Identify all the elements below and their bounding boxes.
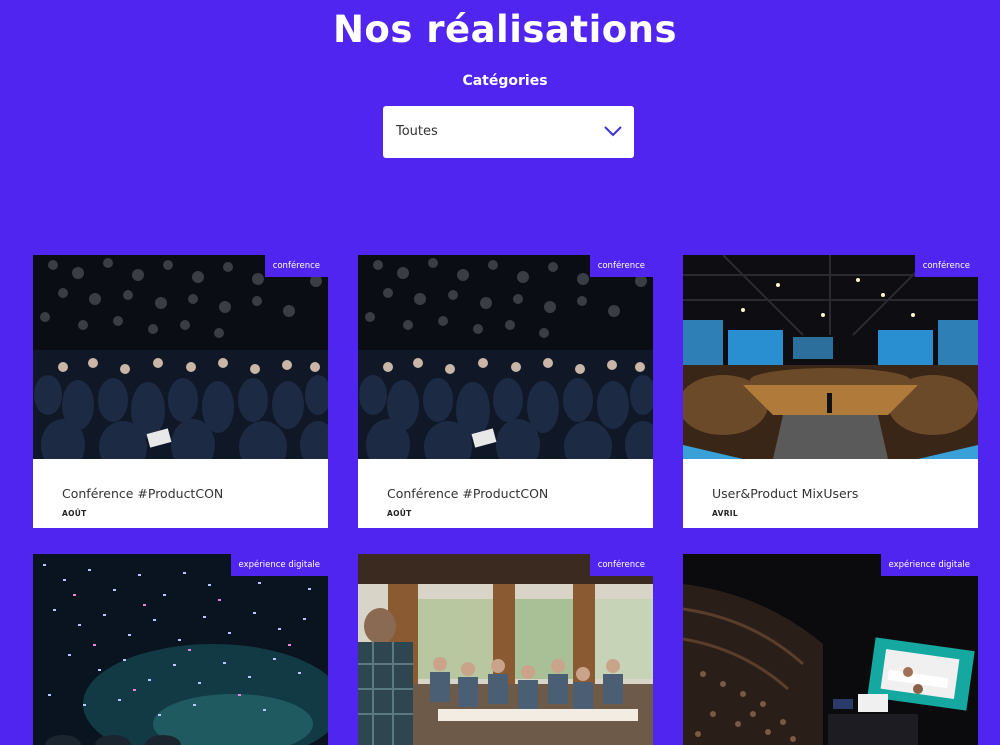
categories-label: Catégories [462,73,548,89]
category-tag: expérience digitale [880,554,978,576]
category-tag: conférence [264,255,328,277]
card-title[interactable]: Conférence #ProductCON [62,486,223,501]
card-date: AOÛT [62,509,87,518]
project-image-confetti [33,554,328,745]
category-tag: conférence [589,255,653,277]
card-date: AVRIL [712,509,738,518]
category-select[interactable]: Toutes [383,106,634,158]
project-image-auditorium [683,255,978,459]
project-card[interactable]: conférence User&Product MixUsers AVRIL [683,255,978,528]
project-image-theatre [683,554,978,745]
card-title[interactable]: User&Product MixUsers [712,486,858,501]
category-tag: conférence [589,554,653,576]
project-card[interactable]: expérience digitale [683,554,978,745]
project-card[interactable]: expérience digitale [33,554,328,745]
page-title: Nos réalisations [332,8,678,51]
project-image-dinner-talk [358,554,653,745]
project-card[interactable]: conférence [358,554,653,745]
category-tag: conférence [914,255,978,277]
card-date: AOÛT [387,509,412,518]
chevron-down-icon[interactable] [604,125,622,137]
project-card[interactable]: conférence Conférence #ProductCON AOÛT [33,255,328,528]
project-image-audience [33,255,328,459]
project-card[interactable]: conférence Conférence #ProductCON AOÛT [358,255,653,528]
category-select-value: Toutes [396,124,438,139]
project-image-audience [358,255,653,459]
category-tag: expérience digitale [230,554,328,576]
card-title[interactable]: Conférence #ProductCON [387,486,548,501]
